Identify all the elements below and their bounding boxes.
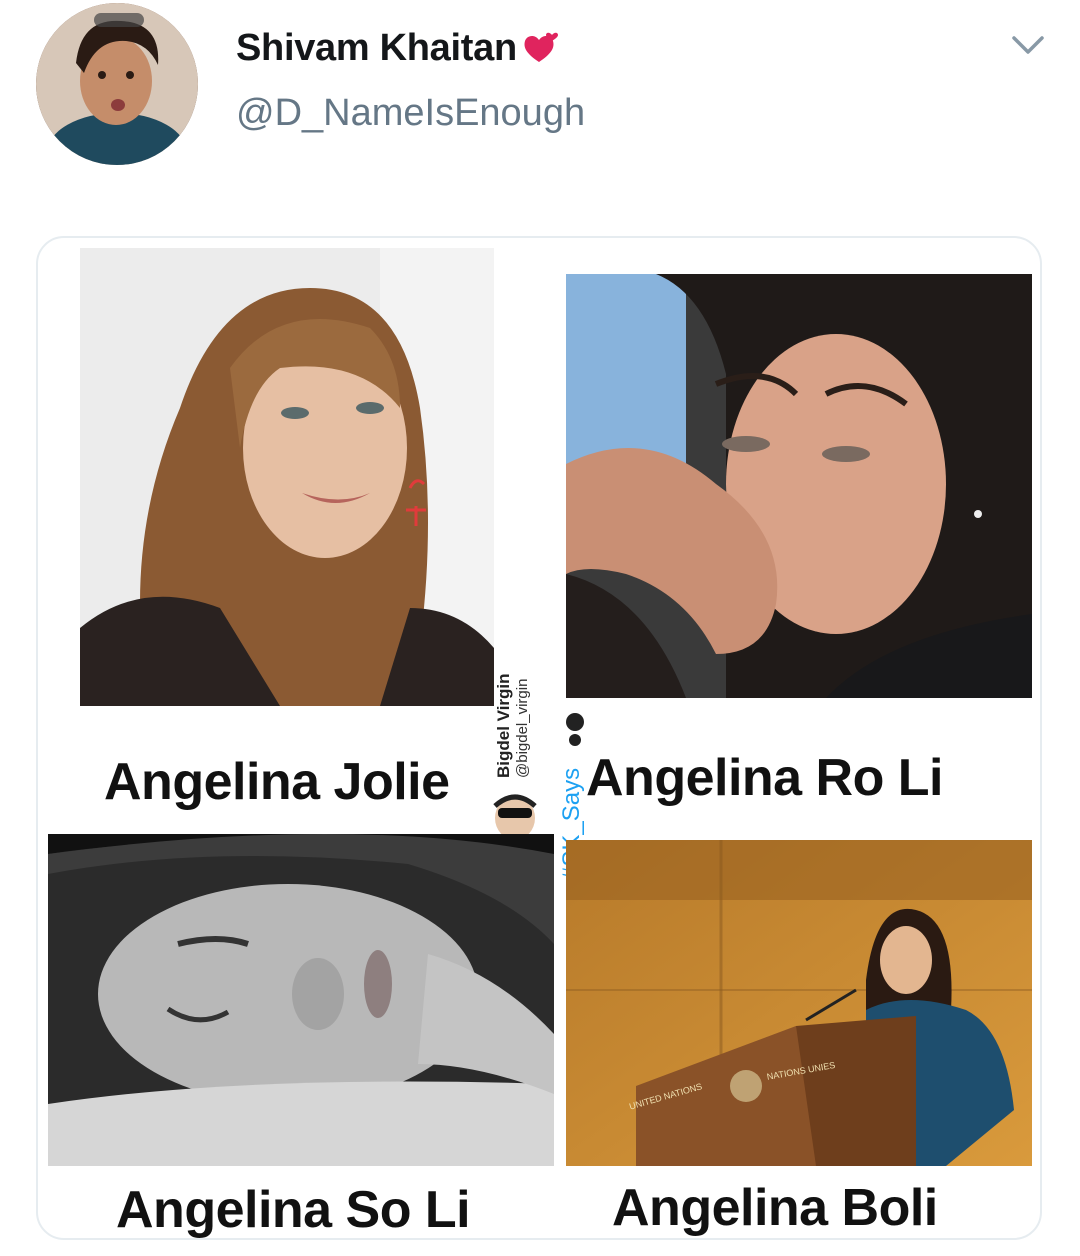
display-name[interactable]: Shivam Khaitan bbox=[236, 26, 563, 70]
caption-boli: Angelina Boli bbox=[612, 1179, 938, 1237]
user-handle[interactable]: @D_NameIsEnough bbox=[236, 92, 585, 135]
avatar[interactable] bbox=[36, 3, 198, 165]
tweet-media-card[interactable]: Bigdel Virgin @bigdel_virgin #SK_Says An… bbox=[36, 236, 1042, 1240]
display-name-text: Shivam Khaitan bbox=[236, 26, 517, 69]
chevron-down-icon[interactable] bbox=[1010, 30, 1046, 60]
caption-jolie: Angelina Jolie bbox=[104, 753, 450, 811]
tweet-header: Shivam Khaitan @D_NameIsEnough bbox=[0, 0, 1080, 200]
bomb-icon bbox=[562, 706, 588, 746]
watermark-handle: @bigdel_virgin bbox=[514, 678, 531, 778]
caption-ro-li: Angelina Ro Li bbox=[586, 749, 944, 807]
watermark-name: Bigdel Virgin bbox=[494, 673, 513, 778]
photo-sleeping bbox=[48, 834, 554, 1166]
photo-podium: UNITED NATIONS NATIONS UNIES bbox=[566, 840, 1032, 1166]
heart-emoji-icon bbox=[519, 26, 563, 70]
photo-crying bbox=[566, 274, 1032, 698]
caption-so-li: Angelina So Li bbox=[116, 1181, 471, 1239]
photo-smiling bbox=[80, 248, 494, 706]
